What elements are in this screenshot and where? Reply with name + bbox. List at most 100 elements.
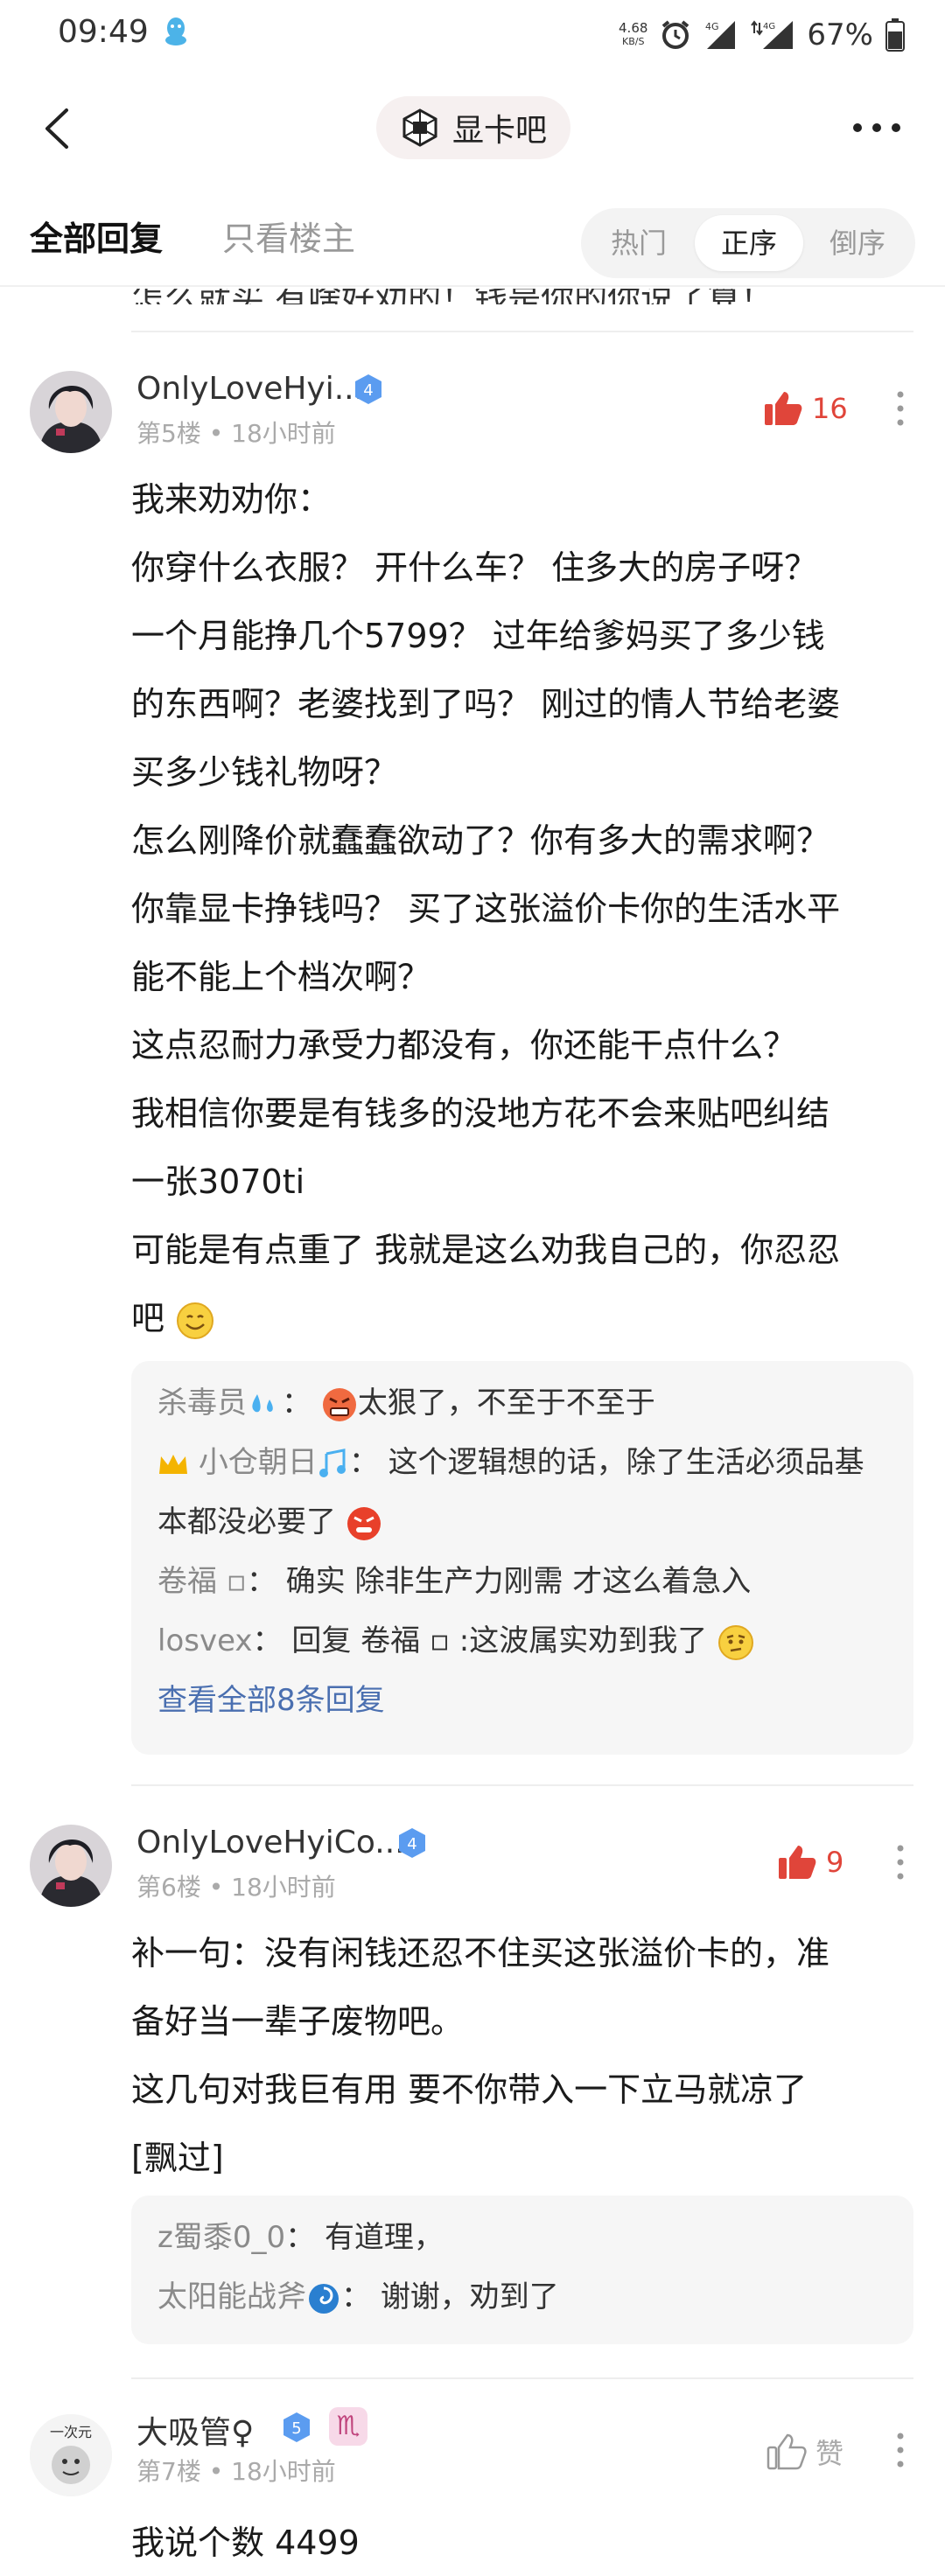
content-line: 可能是有点重了 我就是这么劝我自己的，你忍忍 [131, 1231, 841, 1269]
tabs-divider [0, 285, 945, 287]
svg-text:4G: 4G [763, 22, 775, 31]
post-meta: 第7楼 • 18小时前 [136, 2457, 336, 2486]
post-divider [131, 2377, 914, 2379]
content-line: 备好当一辈子废物吧。 [131, 2002, 465, 2041]
sub-reply-text: 确实 除非生产力刚需 才这么着急入 [285, 1564, 752, 1599]
sort-asc-button[interactable]: 正序 [695, 215, 803, 271]
sub-reply-author[interactable]: 卷福 ▫ [158, 1564, 247, 1599]
signal-icon-1: 4G [705, 21, 736, 49]
thumbs-up-filled-icon [779, 1846, 816, 1879]
sub-replies-box[interactable]: 杀毒员： 太狠了，不至于不至于 小仓朝日： 这个逻辑想的话，除了生活必须品基本都… [131, 1361, 914, 1755]
forum-pill[interactable]: 显卡吧 [376, 96, 570, 159]
filter-tabs: 全部回复 只看楼主 热门 正序 倒序 [0, 199, 945, 287]
status-bar: 09:49 4.68 KB/S 4G 4G 67% [0, 0, 945, 70]
net-speed: 4.68 KB/S [619, 20, 648, 47]
avatar-image: 一次元 [30, 2414, 112, 2496]
svg-text:一次元: 一次元 [50, 2424, 92, 2440]
tab-all-replies[interactable]: 全部回复 [30, 212, 163, 260]
svg-text:4: 4 [407, 1835, 416, 1853]
sub-reply[interactable]: z蜀黍0_0： 有道理， [158, 2208, 887, 2267]
content-line: 吧 [131, 1299, 165, 1337]
status-right: 4.68 KB/S 4G 4G 67% [619, 16, 905, 54]
content-line: [飘过] [131, 2139, 224, 2177]
sub-reply[interactable]: 卷福 ▫： 确实 除非生产力刚需 才这么着急入 [158, 1552, 887, 1611]
sort-toggle: 热门 正序 倒序 [581, 208, 915, 278]
battery-percent: 67% [807, 17, 873, 52]
post-more-icon[interactable] [896, 390, 905, 427]
sub-reply-author[interactable]: 杀毒员 [158, 1386, 247, 1421]
user-avatar[interactable] [30, 1825, 112, 1907]
floor-number: 第6楼 [136, 1873, 201, 1902]
floor-number: 第5楼 [136, 419, 201, 448]
sub-reply-author[interactable]: 太阳能战斧 [158, 2279, 306, 2314]
content-line: 这几句对我巨有用 要不你带入一下立马就凉了 [131, 2070, 808, 2109]
like-count: 9 [826, 1846, 844, 1879]
like-label: 赞 [816, 2437, 844, 2470]
content-line: 一张3070ti [131, 1162, 305, 1201]
sub-reply-text: 太狠了，不至于不至于 [357, 1386, 655, 1421]
more-options-icon[interactable] [850, 119, 903, 136]
post-divider [131, 331, 914, 332]
music-note-icon [318, 1448, 346, 1477]
angry-red-face-emoji-icon [346, 1506, 381, 1540]
content-line: 你靠显卡挣钱吗？ 买了这张溢价卡你的生活水平 [131, 890, 841, 928]
floor-number: 第7楼 [136, 2457, 201, 2486]
content-line: 补一句：没有闲钱还忍不住买这张溢价卡的，准 [131, 1934, 830, 1972]
like-count: 16 [812, 392, 848, 425]
username[interactable]: OnlyLoveHyi... [136, 371, 364, 407]
content-line: 这点忍耐力承受力都没有，你还能干点什么？ [131, 1026, 797, 1065]
user-avatar[interactable]: 一次元 [30, 2414, 112, 2496]
content-line: 一个月能挣几个5799？ 过年给爹妈买了多少钱 [131, 617, 825, 655]
post-content: 我来劝劝你： 你穿什么衣服？ 开什么车？ 住多大的房子呀？ 一个月能挣几个579… [131, 465, 915, 1352]
sub-reply-text: 有道理， [324, 2220, 444, 2255]
post-time: 18小时前 [231, 2457, 336, 2486]
sort-desc-button[interactable]: 倒序 [805, 215, 910, 271]
angry-face-emoji-icon [322, 1387, 356, 1421]
verified-level-badge-icon: 5 [284, 2412, 310, 2442]
zodiac-badge: ♏ [329, 2407, 368, 2446]
like-button[interactable]: 16 [763, 390, 848, 427]
sub-reply-text: 回复 卷福 ▫ :这波属实劝到我了 [291, 1623, 708, 1658]
post-more-icon[interactable] [896, 1844, 905, 1881]
sub-reply[interactable]: losvex： 回复 卷福 ▫ :这波属实劝到我了 [158, 1611, 887, 1671]
qq-notification-icon [165, 17, 186, 45]
like-button[interactable]: 9 [777, 1844, 844, 1881]
content-line: 能不能上个档次啊？ [131, 958, 431, 996]
post-content: 补一句：没有闲钱还忍不住买这张溢价卡的，准 备好当一辈子废物吧。 这几句对我巨有… [131, 1919, 915, 2192]
post-time: 18小时前 [231, 419, 336, 448]
post-time: 18小时前 [231, 1873, 336, 1902]
username[interactable]: 大吸管♀ [136, 2407, 254, 2453]
sub-reply-author[interactable]: 小仓朝日 [199, 1445, 318, 1480]
content-line: 我来劝劝你： [131, 480, 332, 519]
swirl-icon [309, 2283, 339, 2314]
crown-icon [159, 1454, 187, 1474]
sub-reply[interactable]: 杀毒员： 太狠了，不至于不至于 [158, 1373, 887, 1433]
content-line: 我说个数 4499 [131, 2524, 360, 2562]
view-all-replies-link[interactable]: 查看全部8条回复 [158, 1671, 887, 1730]
nav-bar: 显卡吧 [0, 75, 945, 180]
sub-reply[interactable]: 小仓朝日： 这个逻辑想的话，除了生活必须品基本都没必要了 [158, 1433, 887, 1552]
tab-owner-only[interactable]: 只看楼主 [222, 212, 355, 260]
verified-level-badge-icon: 4 [399, 1828, 425, 1858]
post-more-icon[interactable] [896, 2432, 905, 2468]
like-button[interactable]: 赞 [766, 2432, 844, 2472]
sub-reply-text: 谢谢，劝到了 [380, 2279, 559, 2314]
sub-reply[interactable]: 太阳能战斧： 谢谢，劝到了 [158, 2267, 887, 2327]
sub-replies-box[interactable]: z蜀黍0_0： 有道理， 太阳能战斧： 谢谢，劝到了 [131, 2196, 914, 2344]
verified-level-badge-icon: 4 [355, 374, 382, 404]
svg-text:5: 5 [291, 2419, 301, 2438]
back-arrow-icon[interactable] [42, 107, 72, 150]
username[interactable]: OnlyLoveHyiCo... [136, 1825, 405, 1860]
user-avatar[interactable] [30, 371, 112, 453]
svg-text:4G: 4G [705, 21, 719, 32]
content-line: 买多少钱礼物呀？ [131, 753, 398, 792]
content-line: 的东西啊？老婆找到了吗？ 刚过的情人节给老婆 [131, 685, 841, 723]
alarm-icon [662, 20, 690, 49]
smile-emoji-icon [177, 1302, 214, 1339]
post-meta: 第6楼 • 18小时前 [136, 1873, 336, 1902]
sort-hot-button[interactable]: 热门 [586, 215, 691, 271]
content-line: 你穿什么衣服？ 开什么车？ 住多大的房子呀？ [131, 548, 818, 587]
sub-reply-author[interactable]: losvex [158, 1623, 253, 1658]
sub-reply-author[interactable]: z蜀黍0_0 [158, 2220, 285, 2255]
status-time: 09:49 [58, 14, 149, 50]
